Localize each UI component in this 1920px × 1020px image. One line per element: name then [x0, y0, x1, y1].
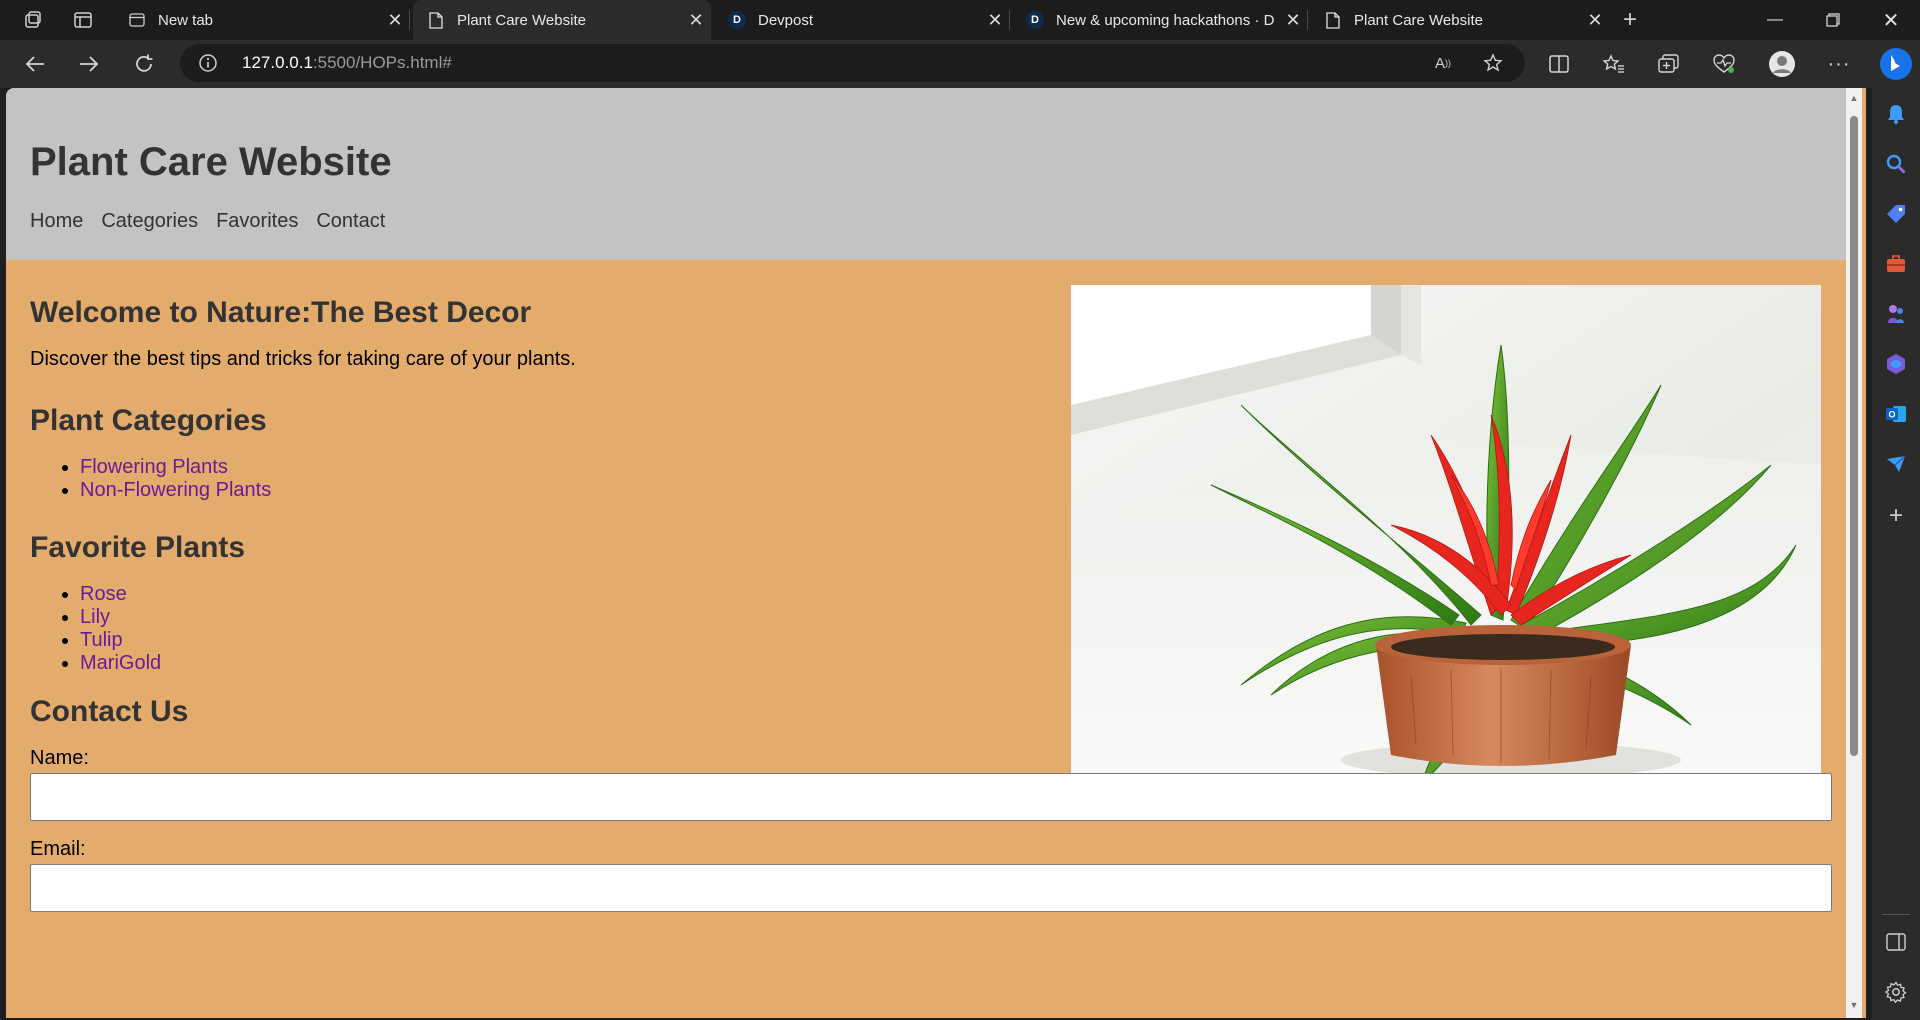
close-icon[interactable]: ✕	[380, 10, 410, 31]
favorite-link-rose[interactable]: Rose	[80, 583, 127, 605]
close-icon[interactable]: ✕	[1580, 10, 1610, 31]
list-item: Tulip	[80, 629, 161, 652]
tab-strip: New tab ✕ Plant Care Website ✕ D Devpost…	[0, 0, 1920, 40]
devpost-icon: D	[728, 11, 746, 29]
name-label: Name:	[30, 747, 89, 769]
site-info-icon[interactable]	[198, 53, 218, 73]
tab-label: New tab	[158, 11, 214, 29]
back-icon[interactable]	[18, 48, 52, 80]
microsoft-365-icon[interactable]	[1882, 350, 1910, 378]
categories-list: Flowering Plants Non-Flowering Plants	[30, 456, 271, 502]
add-sidebar-app-icon[interactable]: +	[1882, 502, 1910, 530]
list-item: Rose	[80, 583, 161, 606]
site-header: Plant Care Website Home Categories Favor…	[6, 88, 1846, 260]
scroll-up-icon[interactable]: ▲	[1849, 93, 1859, 103]
list-item: Flowering Plants	[80, 456, 271, 479]
edge-sidebar: O +	[1872, 40, 1920, 1020]
site-nav: Home Categories Favorites Contact	[30, 210, 385, 233]
favorite-link-marigold[interactable]: MariGold	[80, 652, 161, 674]
category-link-flowering[interactable]: Flowering Plants	[80, 456, 228, 478]
tab-new-tab[interactable]: New tab ✕	[114, 0, 410, 40]
devpost-icon: D	[1026, 11, 1044, 29]
contact-heading: Contact Us	[30, 695, 189, 728]
tab-label: Plant Care Website	[457, 11, 586, 29]
favorites-heading: Favorite Plants	[30, 531, 246, 564]
notifications-bell-icon[interactable]	[1882, 100, 1910, 128]
svg-text:O: O	[1888, 410, 1895, 420]
hide-sidebar-icon[interactable]	[1882, 928, 1910, 956]
url-text[interactable]: 127.0.0.1:5500/HOPs.html#	[242, 53, 452, 73]
favorites-icon[interactable]	[1597, 48, 1631, 80]
category-link-non-flowering[interactable]: Non-Flowering Plants	[80, 479, 271, 501]
search-icon[interactable]	[1882, 150, 1910, 178]
potted-bromeliad-photo	[1071, 285, 1821, 785]
favorite-link-lily[interactable]: Lily	[80, 606, 110, 628]
tab-label: New & upcoming hackathons · D	[1056, 11, 1275, 29]
welcome-text: Discover the best tips and tricks for ta…	[30, 348, 576, 370]
tools-briefcase-icon[interactable]	[1882, 250, 1910, 278]
forward-icon[interactable]	[72, 48, 106, 80]
tab-devpost[interactable]: D Devpost ✕	[714, 0, 1010, 40]
tab-actions-icon[interactable]	[68, 6, 98, 34]
favorite-star-icon[interactable]	[1480, 51, 1506, 75]
nav-link-categories[interactable]: Categories	[101, 210, 198, 233]
tab-label: Devpost	[758, 11, 814, 29]
page-icon	[427, 11, 445, 29]
close-icon[interactable]: ✕	[1278, 10, 1308, 31]
close-icon[interactable]: ✕	[681, 10, 711, 31]
list-item: MariGold	[80, 652, 161, 675]
scroll-down-icon[interactable]: ▼	[1849, 1000, 1859, 1010]
browser-toolbar: 127.0.0.1:5500/HOPs.html# A)) ···	[0, 40, 1920, 88]
address-bar[interactable]: 127.0.0.1:5500/HOPs.html# A))	[180, 44, 1525, 82]
favorites-list: Rose Lily Tulip MariGold	[30, 583, 161, 675]
copilot-icon[interactable]	[1878, 46, 1914, 82]
refresh-icon[interactable]	[127, 48, 161, 80]
minimize-icon[interactable]: —	[1746, 0, 1804, 40]
nav-link-home[interactable]: Home	[30, 210, 83, 233]
page-icon	[1324, 11, 1342, 29]
tab-plant-care-active[interactable]: Plant Care Website ✕	[413, 0, 711, 40]
settings-gear-icon[interactable]	[1882, 978, 1910, 1006]
site-title: Plant Care Website	[30, 140, 392, 184]
nav-link-favorites[interactable]: Favorites	[216, 210, 298, 233]
shopping-tag-icon[interactable]	[1882, 200, 1910, 228]
email-label: Email:	[30, 838, 86, 860]
nav-link-contact[interactable]: Contact	[316, 210, 385, 233]
email-field[interactable]	[30, 864, 1832, 912]
drop-send-icon[interactable]	[1882, 450, 1910, 478]
games-chess-icon[interactable]	[1882, 300, 1910, 328]
new-tab-icon	[128, 11, 146, 29]
outlook-icon[interactable]: O	[1882, 400, 1910, 428]
collections-icon[interactable]	[1652, 48, 1686, 80]
workspaces-icon[interactable]	[18, 6, 48, 34]
restore-icon[interactable]	[1804, 0, 1862, 40]
close-icon[interactable]: ✕	[980, 10, 1010, 31]
page-scrollbar[interactable]: ▲ ▼	[1846, 88, 1862, 1018]
more-options-icon[interactable]: ···	[1822, 48, 1856, 80]
tab-plant-care-2[interactable]: Plant Care Website ✕	[1310, 0, 1610, 40]
page-viewport: Plant Care Website Home Categories Favor…	[6, 88, 1866, 1018]
tab-label: Plant Care Website	[1354, 11, 1483, 29]
welcome-heading: Welcome to Nature:The Best Decor	[30, 296, 532, 329]
window-close-icon[interactable]: ✕	[1862, 0, 1920, 40]
categories-heading: Plant Categories	[30, 404, 267, 437]
scrollbar-thumb[interactable]	[1850, 116, 1858, 756]
tab-hackathons[interactable]: D New & upcoming hackathons · D ✕	[1012, 0, 1308, 40]
browser-essentials-icon[interactable]	[1707, 48, 1741, 80]
read-aloud-icon[interactable]: A))	[1430, 51, 1456, 75]
list-item: Lily	[80, 606, 161, 629]
list-item: Non-Flowering Plants	[80, 479, 271, 502]
name-field[interactable]	[30, 773, 1832, 821]
split-screen-icon[interactable]	[1542, 48, 1576, 80]
profile-avatar-icon[interactable]	[1765, 48, 1799, 80]
favorite-link-tulip[interactable]: Tulip	[80, 629, 123, 651]
new-tab-plus-icon[interactable]: +	[1615, 6, 1645, 34]
